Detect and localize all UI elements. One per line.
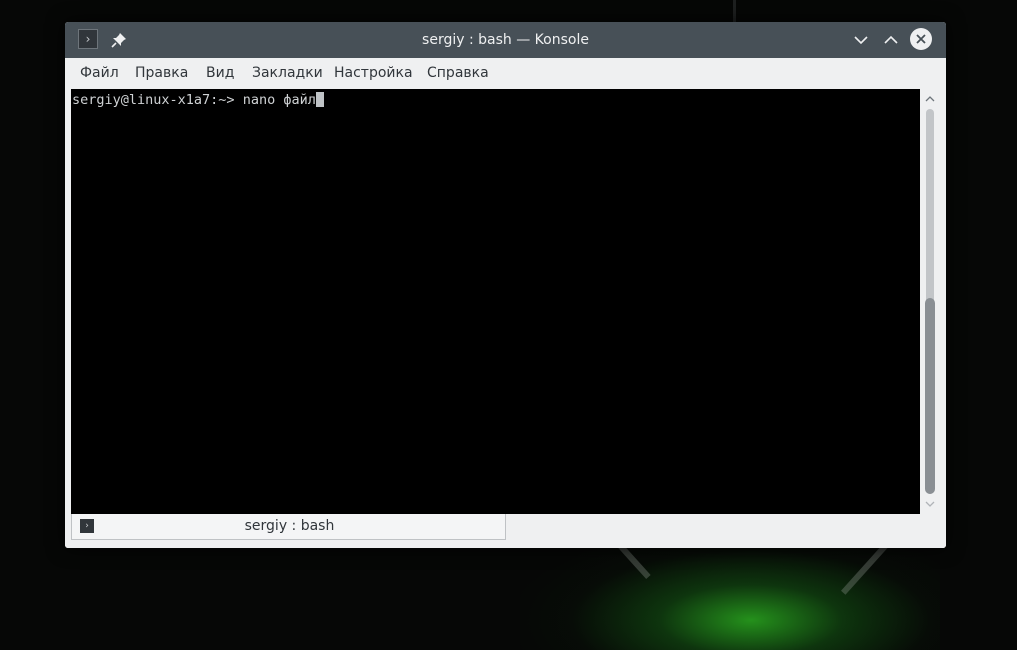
menu-help[interactable]: Справка — [427, 65, 489, 81]
title-bar[interactable]: › sergiy : bash — Konsole — [65, 22, 946, 58]
menu-bar: Файл Правка Вид Закладки Настройка Справ… — [65, 58, 946, 88]
desktop-background-edge — [733, 0, 736, 22]
terminal-area[interactable]: sergiy@linux-x1a7:~> nano файл — [71, 89, 920, 514]
terminal-line: sergiy@linux-x1a7:~> nano файл — [72, 92, 324, 108]
tab-session[interactable]: › sergiy : bash — [71, 514, 506, 540]
vertical-scrollbar[interactable] — [920, 89, 940, 514]
text-cursor — [315, 92, 324, 107]
desktop-wallpaper-glow — [520, 530, 940, 650]
window-title: sergiy : bash — Konsole — [422, 32, 589, 48]
menu-file[interactable]: Файл — [80, 65, 119, 81]
chevron-up-icon[interactable] — [879, 28, 903, 52]
konsole-window: › sergiy : bash — Konsole Файл Правка Ви… — [65, 22, 946, 548]
scroll-down-arrow-icon[interactable] — [925, 499, 935, 509]
menu-view[interactable]: Вид — [206, 65, 234, 81]
shell-prompt: sergiy@linux-x1a7:~> — [72, 92, 243, 108]
chevron-down-icon[interactable] — [849, 28, 873, 52]
tab-bar: › sergiy : bash — [65, 514, 946, 548]
scrollbar-handle[interactable] — [925, 298, 935, 494]
close-icon[interactable] — [910, 28, 932, 50]
tab-label: sergiy : bash — [244, 518, 335, 534]
menu-bookmarks[interactable]: Закладки — [252, 65, 323, 81]
scroll-up-arrow-icon[interactable] — [925, 94, 935, 104]
menu-settings[interactable]: Настройка — [334, 65, 413, 81]
menu-edit[interactable]: Правка — [135, 65, 188, 81]
typed-command: nano файл — [242, 92, 316, 108]
